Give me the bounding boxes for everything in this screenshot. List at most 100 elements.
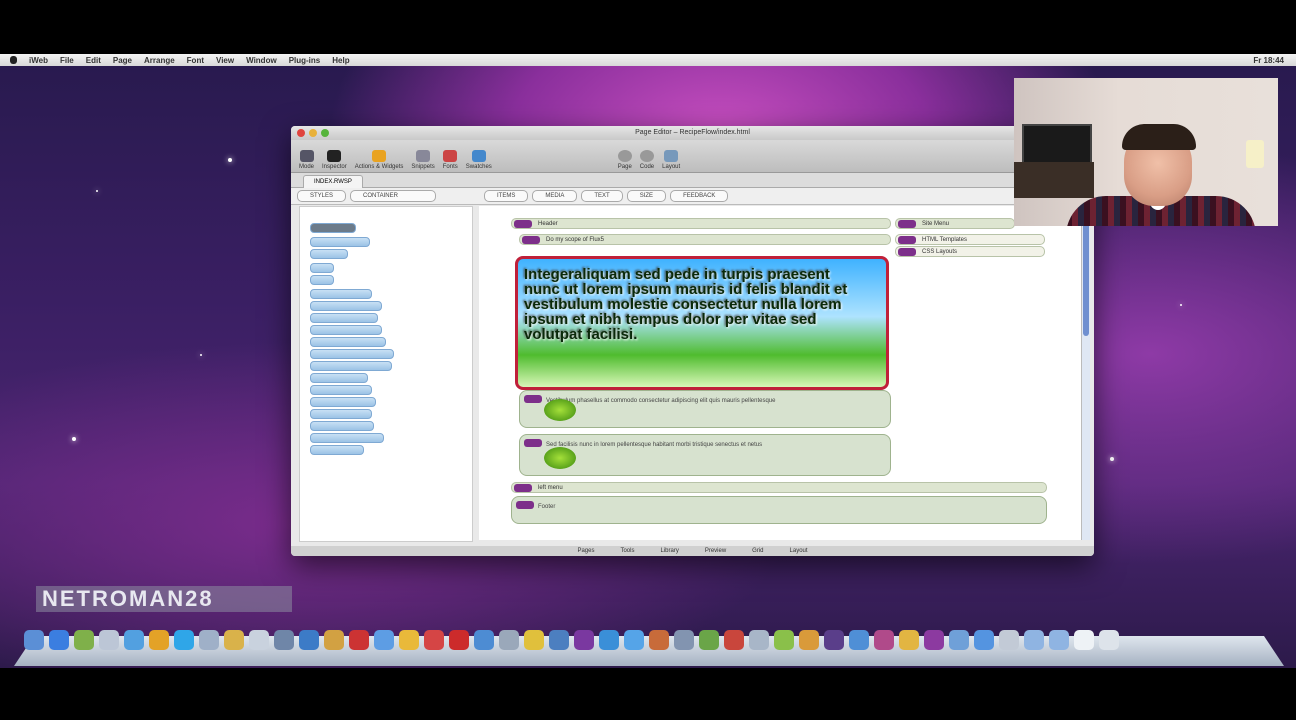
snippets-button[interactable]: Snippets: [411, 150, 435, 172]
app-icon[interactable]: [99, 630, 119, 650]
app-icon[interactable]: [324, 630, 344, 650]
outline-node[interactable]: [310, 325, 382, 335]
app-icon[interactable]: [749, 630, 769, 650]
app-icon[interactable]: [849, 630, 869, 650]
apple-icon[interactable]: [10, 56, 17, 64]
outline-node[interactable]: [310, 263, 334, 273]
window-titlebar[interactable]: Page Editor – RecipeFlow/index.html: [291, 126, 1094, 140]
status-preview[interactable]: Preview: [705, 548, 726, 554]
app-icon[interactable]: [249, 630, 269, 650]
app-icon[interactable]: [449, 630, 469, 650]
app-icon[interactable]: [149, 630, 169, 650]
status-tools[interactable]: Tools: [620, 548, 634, 554]
app-icon[interactable]: [824, 630, 844, 650]
app-icon[interactable]: [124, 630, 144, 650]
menu-app[interactable]: iWeb: [29, 56, 48, 65]
menu-item[interactable]: View: [216, 56, 234, 65]
document-icon[interactable]: [1074, 630, 1094, 650]
app-icon[interactable]: [599, 630, 619, 650]
app-icon[interactable]: [549, 630, 569, 650]
status-pages[interactable]: Pages: [577, 548, 594, 554]
row-left-menu[interactable]: left menu: [511, 482, 1047, 493]
app-icon[interactable]: [674, 630, 694, 650]
app-icon[interactable]: [899, 630, 919, 650]
app-icon[interactable]: [999, 630, 1019, 650]
folder-icon[interactable]: [1024, 630, 1044, 650]
mode-button[interactable]: Mode: [299, 150, 314, 172]
menu-item[interactable]: Page: [113, 56, 132, 65]
outline-node[interactable]: [310, 289, 372, 299]
menu-item[interactable]: Help: [332, 56, 349, 65]
close-icon[interactable]: [297, 129, 305, 137]
app-icon[interactable]: [949, 630, 969, 650]
finder-icon[interactable]: [24, 630, 44, 650]
app-icon[interactable]: [424, 630, 444, 650]
app-icon[interactable]: [274, 630, 294, 650]
app-icon[interactable]: [299, 630, 319, 650]
outline-node[interactable]: [310, 445, 364, 455]
app-icon[interactable]: [49, 630, 69, 650]
app-icon[interactable]: [624, 630, 644, 650]
app-icon[interactable]: [649, 630, 669, 650]
app-icon[interactable]: [474, 630, 494, 650]
footer-box[interactable]: Footer: [511, 496, 1047, 524]
minimize-icon[interactable]: [309, 129, 317, 137]
row-html-templates[interactable]: HTML Templates: [895, 234, 1045, 245]
page-button[interactable]: Page: [617, 150, 632, 172]
feedback-button[interactable]: FEEDBACK: [670, 190, 729, 202]
outline-node[interactable]: [310, 337, 386, 347]
items-button[interactable]: ITEMS: [484, 190, 529, 202]
page-canvas[interactable]: Header Do my scope of Flux5 Integeraliqu…: [479, 206, 1083, 540]
actions-button[interactable]: Actions & Widgets: [355, 150, 403, 172]
outline-sidebar[interactable]: [299, 206, 473, 542]
outline-node[interactable]: [310, 397, 376, 407]
zoom-icon[interactable]: [321, 129, 329, 137]
app-icon[interactable]: [374, 630, 394, 650]
swatches-button[interactable]: Swatches: [466, 150, 492, 172]
content-box-2[interactable]: Sed facilisis nunc in lorem pellentesque…: [519, 434, 891, 476]
inspector-button[interactable]: Inspector: [322, 150, 347, 172]
status-layout[interactable]: Layout: [790, 548, 808, 554]
styles-button[interactable]: STYLES: [297, 190, 347, 202]
outline-node[interactable]: [310, 237, 370, 247]
outline-node[interactable]: [310, 249, 348, 259]
app-icon[interactable]: [524, 630, 544, 650]
app-icon[interactable]: [224, 630, 244, 650]
code-button[interactable]: Code: [640, 150, 654, 172]
outline-node[interactable]: [310, 421, 374, 431]
text-button[interactable]: TEXT: [581, 190, 623, 202]
status-grid[interactable]: Grid: [752, 548, 763, 554]
tab-index[interactable]: INDEX.RWSP: [303, 175, 363, 188]
size-button[interactable]: SIZE: [626, 190, 667, 202]
app-icon[interactable]: [199, 630, 219, 650]
clock[interactable]: Fr 18:44: [1253, 56, 1284, 65]
media-button[interactable]: MEDIA: [532, 190, 578, 202]
content-box-1[interactable]: Vestibulum phasellus at commodo consecte…: [519, 390, 891, 428]
app-icon[interactable]: [924, 630, 944, 650]
hero-text-box[interactable]: Integeraliquam sed pede in turpis praese…: [515, 256, 889, 390]
menu-item[interactable]: Window: [246, 56, 277, 65]
layout-button[interactable]: Layout: [662, 150, 680, 172]
outline-node[interactable]: [310, 373, 368, 383]
app-icon[interactable]: [574, 630, 594, 650]
menu-item[interactable]: Plug-ins: [289, 56, 321, 65]
outline-node[interactable]: [310, 349, 394, 359]
row-header[interactable]: Header: [511, 218, 891, 229]
app-icon[interactable]: [699, 630, 719, 650]
app-icon[interactable]: [399, 630, 419, 650]
app-icon[interactable]: [724, 630, 744, 650]
menu-item[interactable]: File: [60, 56, 74, 65]
outline-node[interactable]: [310, 385, 372, 395]
fonts-button[interactable]: Fonts: [443, 150, 458, 172]
row-css-layouts[interactable]: CSS Layouts: [895, 246, 1045, 257]
outline-node[interactable]: [310, 433, 384, 443]
menu-item[interactable]: Edit: [86, 56, 101, 65]
trash-icon[interactable]: [1099, 630, 1119, 650]
row-scope[interactable]: Do my scope of Flux5: [519, 234, 891, 245]
app-icon[interactable]: [774, 630, 794, 650]
outline-node[interactable]: [310, 409, 372, 419]
app-icon[interactable]: [874, 630, 894, 650]
folder-icon[interactable]: [1049, 630, 1069, 650]
outline-node[interactable]: [310, 223, 356, 233]
status-library[interactable]: Library: [660, 548, 678, 554]
